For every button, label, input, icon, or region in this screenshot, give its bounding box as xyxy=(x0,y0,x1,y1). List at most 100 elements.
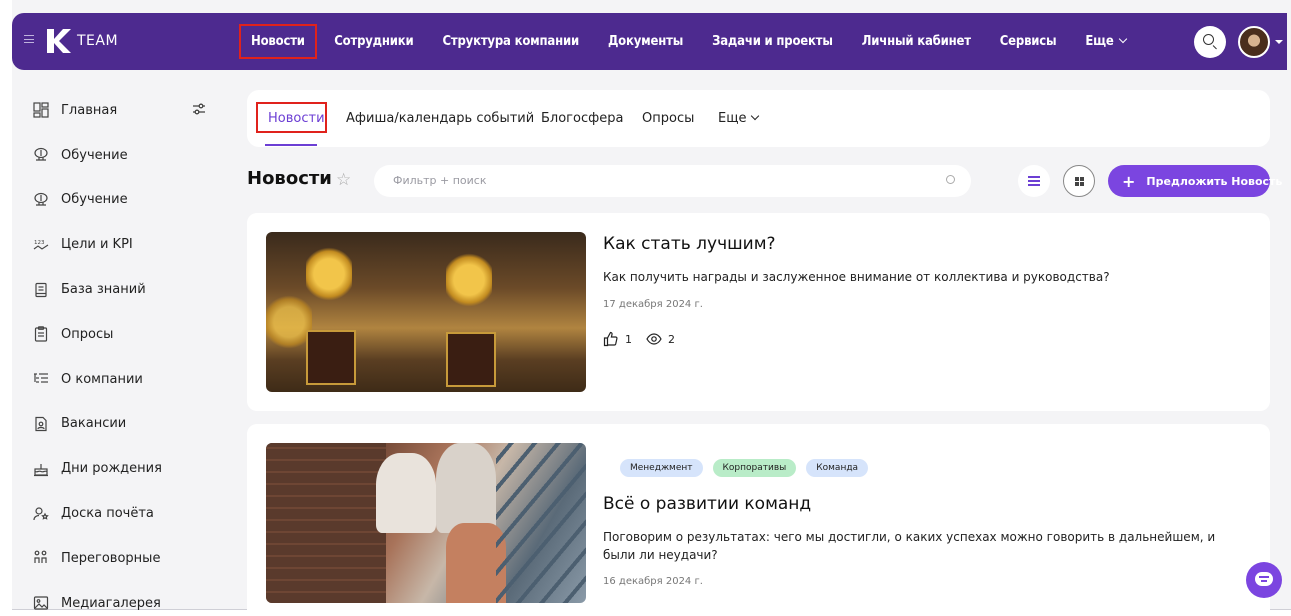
sidebar-item-learning[interactable]: Обучение xyxy=(32,133,212,178)
tab-more[interactable]: Еще xyxy=(718,111,760,126)
menu-icon[interactable] xyxy=(24,35,34,43)
news-title[interactable]: Всё о развитии команд xyxy=(603,494,811,514)
sidebar-item-honor-board[interactable]: Доска почёта xyxy=(32,491,212,536)
news-stats: 1 2 xyxy=(603,331,675,347)
list-view-button[interactable] xyxy=(1018,165,1050,197)
news-date: 16 декабря 2024 г. xyxy=(603,576,703,587)
trophy-plaque xyxy=(306,330,356,385)
sidebar-item-knowledge-base[interactable]: База знаний xyxy=(32,267,212,312)
sidebar-item-meeting-rooms[interactable]: Переговорные xyxy=(32,536,212,581)
sidebar-item-label: Доска почёта xyxy=(61,506,154,522)
sidebar-item-label: Дни рождения xyxy=(61,461,162,477)
favorite-star-icon[interactable]: ☆ xyxy=(336,170,351,190)
tab-events-calendar[interactable]: Афиша/календарь событий xyxy=(346,111,534,126)
sidebar-item-learning-2[interactable]: Обучение xyxy=(32,178,212,223)
sidebar-item-birthdays[interactable]: Дни рождения xyxy=(32,446,212,491)
search-icon-handle xyxy=(1212,45,1217,50)
tab-news[interactable]: Новости xyxy=(268,111,325,126)
trophy-plaque xyxy=(446,332,496,387)
active-tab-underline xyxy=(265,144,317,146)
chat-button[interactable] xyxy=(1246,562,1282,598)
grid-icon-cell xyxy=(1080,182,1084,186)
list-icon-line xyxy=(1028,184,1040,186)
trophy-shape xyxy=(306,244,352,304)
dashboard-icon xyxy=(32,101,50,119)
caret-down-icon[interactable] xyxy=(1275,40,1283,44)
honor-icon xyxy=(32,505,50,523)
filter-placeholder: Фильтр + поиск xyxy=(393,174,487,187)
sidebar-item-label: Опросы xyxy=(61,326,114,342)
sidebar-item-surveys[interactable]: Опросы xyxy=(32,312,212,357)
vacancies-icon xyxy=(32,415,50,433)
tab-more-label: Еще xyxy=(718,111,747,126)
logo-k-icon[interactable] xyxy=(46,28,72,54)
like-icon[interactable] xyxy=(603,331,619,347)
gallery-icon xyxy=(32,594,50,612)
sidebar-item-home[interactable]: Главная xyxy=(32,88,212,133)
sidebar-item-label: Вакансии xyxy=(61,416,127,432)
nav-company-structure[interactable]: Структура компании xyxy=(428,34,593,49)
search-icon xyxy=(946,175,955,184)
plus-icon: + xyxy=(1122,171,1136,191)
search-icon xyxy=(1203,34,1214,45)
news-image-trophies[interactable] xyxy=(266,232,586,392)
sidebar: Главная Обучение Обучение 123 Цели и KPI… xyxy=(32,88,212,616)
person-shape xyxy=(436,443,496,533)
news-card[interactable]: Как стать лучшим? Как получить награды и… xyxy=(247,213,1270,411)
brick-wall xyxy=(266,443,386,603)
nav-more-label: Еще xyxy=(1085,34,1114,49)
likes-count: 1 xyxy=(625,332,632,346)
tab-surveys[interactable]: Опросы xyxy=(642,111,694,126)
news-date: 17 декабря 2024 г. xyxy=(603,299,703,310)
tag-management[interactable]: Менеджмент xyxy=(620,459,703,477)
tag-corporate-events[interactable]: Корпоративы xyxy=(712,459,797,477)
book-icon xyxy=(32,281,50,299)
chat-bubble-line xyxy=(1259,576,1269,578)
sliders-icon[interactable] xyxy=(192,102,206,116)
cake-icon xyxy=(32,460,50,478)
nav-news[interactable]: Новости xyxy=(239,24,317,59)
trophy-shape xyxy=(446,250,492,310)
suggest-news-button[interactable]: + Предложить Новость xyxy=(1108,165,1282,197)
views-count: 2 xyxy=(668,332,675,346)
sidebar-item-label: Главная xyxy=(61,102,118,118)
nav-tasks-projects[interactable]: Задачи и проекты xyxy=(698,34,848,49)
nav-personal-account[interactable]: Личный кабинет xyxy=(847,34,985,49)
chat-bubble-icon xyxy=(1255,572,1273,586)
meeting-room-icon xyxy=(32,549,50,567)
news-tags: Менеджмент Корпоративы Команда xyxy=(620,459,869,477)
survey-icon xyxy=(32,325,50,343)
search-button[interactable] xyxy=(1194,26,1226,58)
tag-team[interactable]: Команда xyxy=(806,459,869,477)
logo-text[interactable]: TEAM xyxy=(77,33,118,49)
sidebar-item-label: Медиагалерея xyxy=(61,595,161,611)
sidebar-item-label: База знаний xyxy=(61,282,146,298)
news-image-team[interactable] xyxy=(266,443,586,603)
nav-documents[interactable]: Документы xyxy=(593,34,697,49)
sidebar-item-vacancies[interactable]: Вакансии xyxy=(32,402,212,447)
news-title[interactable]: Как стать лучшим? xyxy=(603,234,776,254)
nav-services[interactable]: Сервисы xyxy=(985,34,1071,49)
sidebar-item-media-gallery[interactable]: Медиагалерея xyxy=(32,581,212,616)
grid-icon-cell xyxy=(1075,182,1079,186)
news-description: Поговорим о результатах: чего мы достигл… xyxy=(603,530,1216,562)
sidebar-item-about-company[interactable]: О компании xyxy=(32,357,212,402)
person-shape xyxy=(376,453,436,533)
filter-search-input[interactable]: Фильтр + поиск xyxy=(374,165,971,197)
nav-employees[interactable]: Сотрудники xyxy=(320,34,428,49)
grid-view-button[interactable] xyxy=(1063,165,1095,197)
top-navigation-bar: TEAM Новости Сотрудники Структура компан… xyxy=(12,13,1287,70)
tab-blogosphere[interactable]: Блогосфера xyxy=(541,111,623,126)
nav-more[interactable]: Еще xyxy=(1071,34,1140,49)
sidebar-item-label: О компании xyxy=(61,371,143,387)
list-icon-line xyxy=(1028,180,1040,182)
kpi-icon: 123 xyxy=(32,236,50,254)
chevron-down-icon xyxy=(751,111,760,121)
news-card[interactable]: Менеджмент Корпоративы Команда Всё о раз… xyxy=(247,424,1270,616)
stairs xyxy=(496,443,586,603)
user-avatar[interactable] xyxy=(1238,26,1270,58)
sidebar-item-goals-kpi[interactable]: 123 Цели и KPI xyxy=(32,222,212,267)
grid-icon xyxy=(1075,177,1079,181)
sidebar-item-label: Обучение xyxy=(61,147,128,163)
list-icon xyxy=(1028,176,1040,178)
